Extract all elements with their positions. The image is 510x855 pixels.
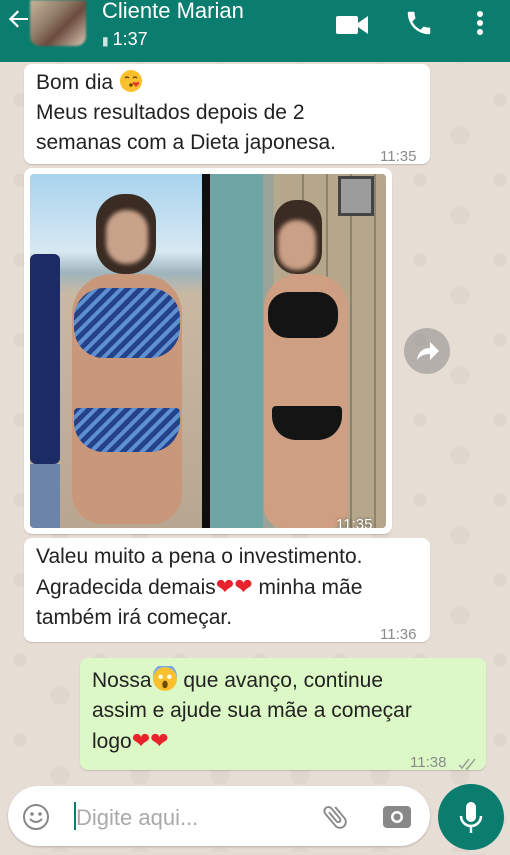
message-text: Nossa que avanço, continue assim e ajude… <box>92 663 412 757</box>
forward-icon <box>417 342 439 360</box>
voice-record-button[interactable] <box>438 784 504 850</box>
chat-header: Cliente Marian ▮ 1:37 <box>0 0 510 62</box>
video-call-icon[interactable] <box>336 14 368 44</box>
avatar[interactable] <box>30 0 86 46</box>
message-text: Bom dia Meus resultados depois de 2 sema… <box>36 68 336 158</box>
attach-icon[interactable] <box>320 802 350 837</box>
more-vert-icon[interactable] <box>470 8 490 38</box>
photo-divider <box>202 174 210 528</box>
message-time: 11:38 <box>410 754 447 771</box>
camera-icon[interactable] <box>382 802 412 835</box>
last-seen-time: 1:37 <box>112 29 148 49</box>
message-bubble-incoming[interactable]: Valeu muito a pena o investimento. Agrad… <box>24 538 430 643</box>
before-after-photo[interactable]: 11:35 <box>30 174 386 528</box>
after-figure <box>246 194 366 528</box>
red-heart-emoji: ❤ <box>215 574 235 599</box>
double-check-icon <box>458 750 478 780</box>
mic-icon <box>459 802 483 833</box>
message-text: Valeu muito a pena o investimento. Agrad… <box>36 545 363 629</box>
message-composer[interactable]: Digite aqui... <box>8 786 430 846</box>
forward-button[interactable] <box>404 328 450 374</box>
red-heart-emoji: ❤ <box>131 728 151 753</box>
before-figure <box>66 194 186 528</box>
image-message-bubble[interactable]: 11:35 <box>24 168 392 534</box>
contact-status: ▮ 1:37 <box>102 29 148 49</box>
red-heart-emoji: ❤ <box>234 574 253 599</box>
message-bubble-incoming[interactable]: Bom dia Meus resultados depois de 2 sema… <box>24 64 430 165</box>
message-input[interactable]: Digite aqui... <box>76 805 198 831</box>
back-arrow-icon[interactable] <box>6 6 32 36</box>
person-shirt <box>30 254 60 464</box>
before-photo <box>30 174 202 528</box>
emoji-icon[interactable] <box>22 803 50 836</box>
kissing-heart-emoji <box>119 68 143 98</box>
red-heart-emoji: ❤ <box>150 728 169 753</box>
after-photo <box>210 174 386 528</box>
message-bubble-outgoing[interactable]: Nossa que avanço, continue assim e ajude… <box>80 658 486 771</box>
phone-icon[interactable] <box>404 8 434 38</box>
image-time: 11:35 <box>336 516 373 528</box>
scream-emoji <box>152 663 178 696</box>
person-jeans <box>30 464 60 528</box>
message-time: 11:36 <box>380 626 417 643</box>
contact-name[interactable]: Cliente Marian <box>102 0 244 22</box>
